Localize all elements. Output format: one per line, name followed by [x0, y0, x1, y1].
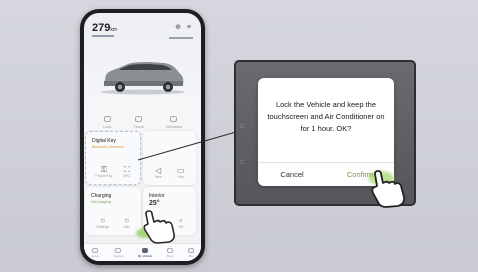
bottom-navigation: Home Service My Vehicle Shop Me	[84, 243, 201, 261]
vehicle-status-line	[169, 37, 193, 39]
shop-icon	[167, 247, 174, 253]
quick-action-label: Trunk	[133, 123, 144, 129]
pointing-hand-icon	[143, 210, 175, 244]
icon-label: NFC	[123, 174, 131, 178]
nav-home[interactable]: Home	[91, 247, 100, 258]
gear-icon: ○	[100, 216, 106, 225]
profile-icon	[187, 247, 194, 253]
icon-label: Settings	[96, 225, 110, 229]
background-text-fragment: C	[240, 160, 245, 166]
nav-service[interactable]: Service	[113, 247, 124, 258]
card-title: Charging	[91, 193, 112, 199]
charge-info-button[interactable]: ○ Info	[124, 216, 130, 229]
card-icon-row: ○ Settings ○ Info	[89, 216, 137, 229]
card-subtitle: Not charging	[91, 200, 111, 204]
nav-label: Service	[113, 253, 124, 258]
quick-actions: Lock Trunk Windows	[92, 111, 193, 133]
key-icon: ⚿	[100, 165, 108, 174]
quick-action-lock[interactable]: Lock	[103, 115, 112, 129]
nav-label: Home	[91, 253, 100, 258]
range-value: 279	[92, 22, 111, 34]
icon-label: Info	[123, 225, 130, 229]
charge-settings-button[interactable]: ○ Settings	[96, 216, 109, 229]
quick-action-label: Lock	[103, 123, 112, 129]
cancel-button[interactable]: Cancel	[258, 163, 326, 186]
lock-icon	[103, 115, 111, 122]
nav-me[interactable]: Me	[187, 247, 194, 258]
card-subtitle: Bluetooth connected	[92, 145, 124, 149]
range-readout: 279km	[92, 22, 117, 34]
icon-label: Fan	[177, 175, 184, 179]
quick-action-windows[interactable]: Windows	[165, 115, 182, 129]
quick-action-trunk[interactable]: Trunk	[133, 115, 144, 129]
icon-label: Vent	[154, 175, 162, 179]
service-icon	[115, 247, 122, 253]
range-unit: km	[110, 27, 118, 33]
card-title: Digital Key	[92, 138, 116, 144]
card-icon-row: ◁ Vent ▭ Fan	[147, 166, 192, 179]
range-subline	[92, 35, 114, 37]
vehicle-control-card[interactable]: ◁ Vent ▭ Fan	[143, 131, 196, 185]
nfc-button[interactable]: ⛶ NFC	[123, 165, 130, 178]
trunk-icon	[135, 115, 143, 122]
charging-card[interactable]: Charging Not charging ○ Settings ○ Info	[85, 187, 141, 235]
nav-label: Shop	[166, 253, 174, 258]
speaker-icon: ◁	[155, 166, 162, 175]
nav-my-vehicle[interactable]: My Vehicle	[137, 247, 153, 258]
pointing-hand-icon	[371, 170, 406, 208]
nav-shop[interactable]: Shop	[166, 247, 174, 258]
quick-action-label: Windows	[165, 123, 182, 129]
home-icon	[92, 247, 99, 253]
light-icon: ▭	[176, 166, 185, 175]
car-icon	[141, 247, 148, 253]
dialog-message: Lock the Vehicle and keep the touchscree…	[267, 100, 385, 133]
card-icon-row: ⚿ Phone Key ⛶ NFC	[90, 165, 136, 178]
nfc-icon: ⛶	[124, 165, 130, 174]
nav-label: My Vehicle	[137, 253, 153, 258]
fan-button[interactable]: ▭ Fan	[177, 166, 185, 179]
phone-key-button[interactable]: ⚿ Phone Key	[95, 165, 112, 178]
icon-label: Phone Key	[95, 174, 113, 178]
window-icon	[170, 115, 178, 122]
vent-button[interactable]: ◁ Vent	[155, 166, 162, 179]
background-text-fragment: D	[240, 124, 245, 130]
digital-key-card[interactable]: Digital Key Bluetooth connected ⚿ Phone …	[85, 131, 141, 185]
info-icon: ○	[124, 216, 130, 225]
card-title: Interior	[149, 193, 165, 199]
vehicle-image	[101, 62, 185, 95]
temperature-value: 25°	[149, 200, 160, 207]
header-icons[interactable]: ⊕ ≡	[175, 23, 193, 31]
nav-label: Me	[188, 253, 193, 258]
